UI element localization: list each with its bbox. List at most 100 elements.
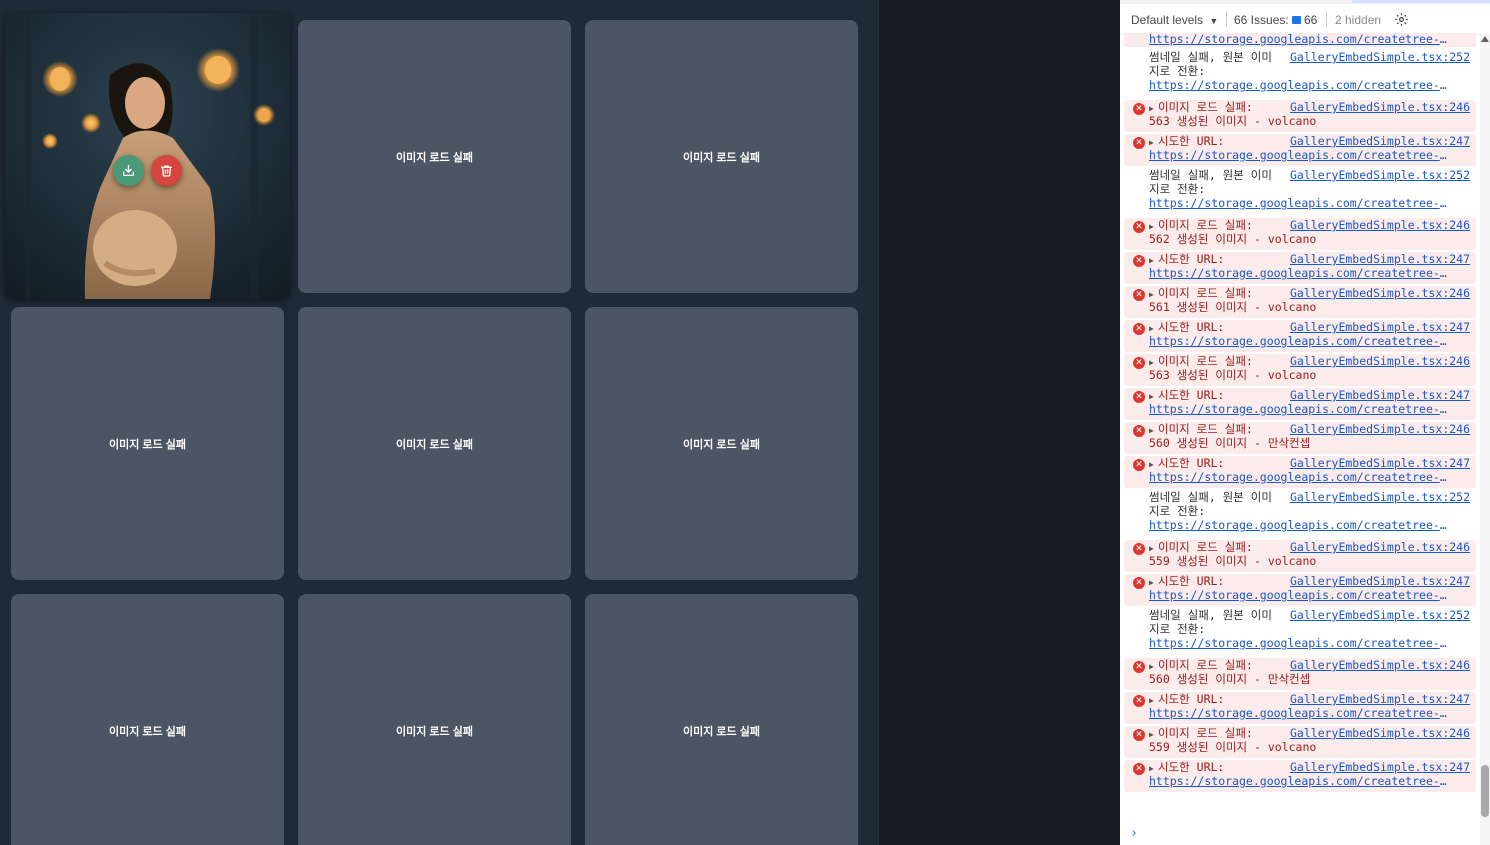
console-error-row[interactable]: ✕ ▶ 이미지 로드 실패: GalleryEmbedSimple.tsx:246 56… [1124,658,1476,690]
source-link[interactable]: GalleryEmbedSimple.tsx:246 [1290,286,1470,300]
console-error-row[interactable]: ✕ ▶ 이미지 로드 실패: GalleryEmbedSimple.tsx:246 55… [1124,540,1476,572]
source-link[interactable]: GalleryEmbedSimple.tsx:247 [1290,760,1470,774]
error-circle-icon: ✕ [1133,729,1145,741]
default-levels-dropdown[interactable]: Default levels ▼ [1131,13,1218,27]
console-error-row[interactable]: ✕ ▶ 이미지 로드 실패: GalleryEmbedSimple.tsx:246 56… [1124,218,1476,250]
scrollbar-thumb[interactable] [1481,765,1489,817]
message-detail: 563 생성된 이미지 - volcano [1149,114,1317,128]
failed-image-card[interactable]: 이미지 로드 실패 [298,20,571,293]
source-link[interactable]: GalleryEmbedSimple.tsx:247 [1290,692,1470,706]
error-circle-icon: ✕ [1133,289,1145,301]
console-error-row[interactable]: ✕ ▶ 시도한 URL: GalleryEmbedSimple.tsx:247 http… [1124,252,1476,284]
url-link[interactable]: https://storage.googleapis.com/createtre… [1149,334,1449,348]
console-error-row[interactable]: ✕ ▶ 시도한 URL: GalleryEmbedSimple.tsx:247 http… [1124,760,1476,792]
url-link[interactable]: https://storage.googleapis.com/createtre… [1149,402,1449,416]
failed-image-card[interactable]: 이미지 로드 실패 [585,594,858,845]
console-log-row[interactable]: 썸네일 실패, 원본 이미 GalleryEmbedSimple.tsx:252 지… [1124,168,1476,216]
source-link[interactable]: GalleryEmbedSimple.tsx:247 [1290,252,1470,266]
url-link[interactable]: https://storage.googleapis.com/createtre… [1149,148,1449,162]
download-button[interactable] [113,155,144,186]
url-link[interactable]: https://storage.googleapis.com/createtre… [1149,588,1449,602]
console-error-row[interactable]: ✕ ▶ 시도한 URL: GalleryEmbedSimple.tsx:247 http… [1124,320,1476,352]
error-circle-icon: ✕ [1133,695,1145,707]
source-link[interactable]: GalleryEmbedSimple.tsx:247 [1290,456,1470,470]
source-link[interactable]: GalleryEmbedSimple.tsx:252 [1290,490,1470,504]
failed-label: 이미지 로드 실패 [683,151,760,164]
console-error-row[interactable]: ✕ ▶ 이미지 로드 실패: GalleryEmbedSimple.tsx:246 56… [1124,354,1476,386]
source-link[interactable]: GalleryEmbedSimple.tsx:252 [1290,608,1470,622]
console-log-row[interactable]: 썸네일 실패, 원본 이미 GalleryEmbedSimple.tsx:252 지… [1124,490,1476,538]
message-detail: 지로 전환: [1149,64,1206,78]
source-link[interactable]: GalleryEmbedSimple.tsx:246 [1290,354,1470,368]
console-error-row[interactable]: ✕ ▶ 시도한 URL: GalleryEmbedSimple.tsx:247 http… [1124,692,1476,724]
message-text: 썸네일 실패, 원본 이미 [1149,490,1272,504]
url-link[interactable]: https://storage.googleapis.com/createtre… [1149,196,1449,210]
gallery-panel: 이미지 로드 실패 이미지 로드 실패 이미지 로드 실패 이미지 로드 실패 … [0,0,878,845]
failed-label: 이미지 로드 실패 [109,438,186,451]
failed-label: 이미지 로드 실패 [109,725,186,738]
failed-image-card[interactable]: 이미지 로드 실패 [11,307,284,580]
gear-icon[interactable] [1394,12,1409,27]
error-circle-icon: ✕ [1133,459,1145,471]
console-scrollbar[interactable] [1480,34,1490,845]
console-error-row[interactable]: ✕ ▶ 시도한 URL: GalleryEmbedSimple.tsx:247 http… [1124,456,1476,488]
failed-image-card[interactable]: 이미지 로드 실패 [585,307,858,580]
page-background [878,0,1121,845]
source-link[interactable]: GalleryEmbedSimple.tsx:247 [1290,320,1470,334]
url-link[interactable]: https://storage.googleapis.com/createtre… [1149,518,1449,532]
failed-image-card[interactable]: 이미지 로드 실패 [298,307,571,580]
source-link[interactable]: GalleryEmbedSimple.tsx:247 [1290,134,1470,148]
issues-counter[interactable]: 66 [1292,13,1317,27]
console-log-row[interactable]: 썸네일 실패, 원본 이미 GalleryEmbedSimple.tsx:252 지… [1124,608,1476,656]
failed-label: 이미지 로드 실패 [396,151,473,164]
source-link[interactable]: GalleryEmbedSimple.tsx:246 [1290,100,1470,114]
source-link[interactable]: GalleryEmbedSimple.tsx:246 [1290,726,1470,740]
failed-image-card[interactable]: 이미지 로드 실패 [298,594,571,845]
source-link[interactable]: GalleryEmbedSimple.tsx:246 [1290,422,1470,436]
console-error-row[interactable]: ✕ ▶ 시도한 URL: GalleryEmbedSimple.tsx:247 http… [1124,134,1476,166]
error-circle-icon: ✕ [1133,577,1145,589]
message-detail: 561 생성된 이미지 - volcano [1149,300,1317,314]
url-link[interactable]: https://storage.googleapis.com/createtre… [1149,78,1449,92]
source-link[interactable]: GalleryEmbedSimple.tsx:246 [1290,218,1470,232]
message-icon [1292,16,1301,24]
url-link[interactable]: https://storage.googleapis.com/createtre… [1149,774,1449,788]
console-error-row[interactable]: ✕ ▶ 이미지 로드 실패: GalleryEmbedSimple.tsx:246 56… [1124,100,1476,132]
download-icon [122,164,135,177]
url-link[interactable]: https://storage.googleapis.com/createtre… [1149,636,1449,650]
message-detail: 560 생성된 이미지 - 만삭컨셉 [1149,436,1311,450]
devtools-console: Default levels ▼ 66 Issues: 66 2 hidden … [1120,0,1490,845]
source-link[interactable]: GalleryEmbedSimple.tsx:246 [1290,658,1470,672]
message-detail: 559 생성된 이미지 - volcano [1149,554,1317,568]
source-link[interactable]: GalleryEmbedSimple.tsx:252 [1290,50,1470,64]
failed-image-card[interactable]: 이미지 로드 실패 [585,20,858,293]
console-log-row[interactable]: 썸네일 실패, 원본 이미 GalleryEmbedSimple.tsx:252 지… [1124,50,1476,98]
url-link[interactable]: https://storage.googleapis.com/createtre… [1149,266,1449,280]
console-error-row[interactable]: ✕ ▶ 이미지 로드 실패: GalleryEmbedSimple.tsx:246 55… [1124,726,1476,758]
failed-label: 이미지 로드 실패 [396,725,473,738]
console-error-row[interactable]: ✕ ▶ 시도한 URL: GalleryEmbedSimple.tsx:247 http… [1124,388,1476,420]
error-circle-icon: ✕ [1133,221,1145,233]
url-link[interactable]: https://storage.googleapis.com/createtre… [1149,33,1449,46]
source-link[interactable]: GalleryEmbedSimple.tsx:247 [1290,574,1470,588]
failed-image-card[interactable]: 이미지 로드 실패 [11,594,284,845]
source-link[interactable]: GalleryEmbedSimple.tsx:246 [1290,540,1470,554]
scroll-up-arrow-icon[interactable] [1481,36,1489,42]
source-link[interactable]: GalleryEmbedSimple.tsx:252 [1290,168,1470,182]
error-circle-icon: ✕ [1133,543,1145,555]
console-error-row[interactable]: ✕ ▶ 시도한 URL: GalleryEmbedSimple.tsx:247 http… [1124,574,1476,606]
console-error-row[interactable]: ✕ ▶ 이미지 로드 실패: GalleryEmbedSimple.tsx:246 56… [1124,422,1476,454]
trash-icon [160,165,173,177]
delete-button[interactable] [151,155,182,186]
message-text: 썸네일 실패, 원본 이미 [1149,608,1272,622]
chevron-right-icon: › [1130,826,1138,841]
gallery-image-card[interactable] [5,13,290,299]
url-link[interactable]: https://storage.googleapis.com/createtre… [1149,706,1449,720]
error-circle-icon: ✕ [1133,425,1145,437]
message-detail: 지로 전환: [1149,504,1206,518]
source-link[interactable]: GalleryEmbedSimple.tsx:247 [1290,388,1470,402]
url-link[interactable]: https://storage.googleapis.com/createtre… [1149,470,1449,484]
console-prompt[interactable]: › [1130,826,1138,841]
hidden-count: 2 hidden [1335,13,1382,27]
console-error-row[interactable]: ✕ ▶ 이미지 로드 실패: GalleryEmbedSimple.tsx:246 56… [1124,286,1476,318]
